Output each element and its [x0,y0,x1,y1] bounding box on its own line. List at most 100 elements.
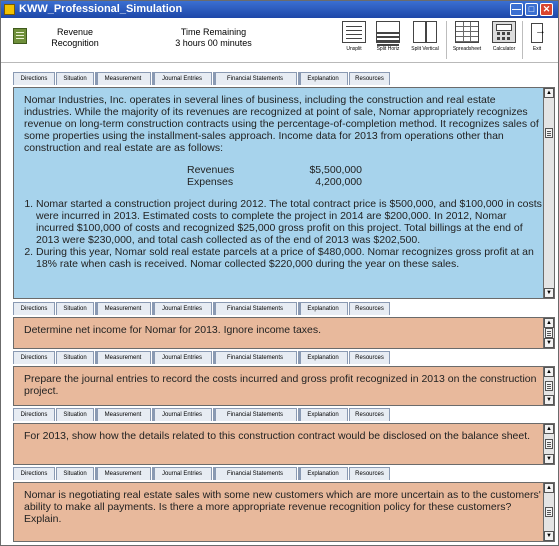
tab-resources[interactable]: Resources [349,72,390,85]
scroll-thumb[interactable] [545,128,553,138]
tab-resources[interactable]: Resources [349,351,390,364]
time-remaining: Time Remaining 3 hours 00 minutes [166,27,261,49]
financial-statements-prompt: For 2013, show how the details related t… [24,430,531,442]
income-table: Revenues $5,500,000 Expenses 4,200,000 [187,164,544,188]
unsplit-button[interactable]: Unsplit [341,21,367,61]
minimize-icon[interactable]: — [510,3,523,16]
toolbar-divider [522,21,523,59]
measurement-panel: Determine net income for Nomar for 2013.… [13,317,555,349]
income-row: Expenses 4,200,000 [187,176,544,188]
tab-situation[interactable]: Situation [56,351,94,364]
tab-situation[interactable]: Situation [56,72,94,85]
explanation-panel: Nomar is negotiating real estate sales w… [13,482,555,542]
scroll-down-icon[interactable]: ▼ [544,395,554,405]
vertical-scrollbar[interactable]: ▲ ▼ [543,424,554,464]
income-row: Revenues $5,500,000 [187,164,544,176]
tab-strip: Directions Situation Measurement Journal En… [13,72,393,85]
scroll-thumb[interactable] [545,439,553,449]
tab-financial-statements[interactable]: Financial Statements [213,467,297,480]
situation-list: Nomar started a construction project dur… [24,198,544,270]
tab-resources[interactable]: Resources [349,302,390,315]
situation-list-item: During this year, Nomar sold real estate… [36,246,544,270]
tab-journal-entries[interactable]: Journal Entries [152,302,212,315]
explanation-prompt: Nomar is negotiating real estate sales w… [24,489,541,525]
split-horizontal-icon [376,21,400,43]
tab-situation[interactable]: Situation [56,302,94,315]
scroll-down-icon[interactable]: ▼ [544,338,554,348]
income-value: 4,200,000 [315,176,362,188]
scroll-thumb[interactable] [545,381,553,391]
close-icon[interactable]: ✕ [540,3,553,16]
tab-situation[interactable]: Situation [56,467,94,480]
tab-measurement[interactable]: Measurement [95,72,151,85]
tab-explanation[interactable]: Explanation [298,467,348,480]
title-bar[interactable]: KWW_Professional_Simulation — □ ✕ [1,1,558,18]
scroll-thumb[interactable] [545,328,553,338]
tab-strip: Directions Situation Measurement Journal En… [13,302,393,315]
scroll-down-icon[interactable]: ▼ [544,288,554,298]
tab-strip: Directions Situation Measurement Journal En… [13,351,393,364]
calculator-icon [492,21,516,43]
tab-explanation[interactable]: Explanation [298,302,348,315]
vertical-scrollbar[interactable]: ▲ ▼ [543,318,554,348]
tab-strip: Directions Situation Measurement Journal En… [13,467,393,480]
income-value: $5,500,000 [309,164,362,176]
scroll-down-icon[interactable]: ▼ [544,531,554,541]
tab-financial-statements[interactable]: Financial Statements [213,408,297,421]
tab-situation[interactable]: Situation [56,408,94,421]
split-vertical-button[interactable]: Split Vertical [407,21,443,61]
task-list-icon [13,28,27,44]
scroll-up-icon[interactable]: ▲ [544,88,554,98]
scroll-down-icon[interactable]: ▼ [544,454,554,464]
vertical-scrollbar[interactable]: ▲ ▼ [543,367,554,405]
tab-directions[interactable]: Directions [13,302,55,315]
situation-paragraph: Nomar Industries, Inc. operates in sever… [24,94,539,154]
scroll-up-icon[interactable]: ▲ [544,424,554,434]
journal-entries-prompt: Prepare the journal entries to record th… [24,373,537,397]
tab-measurement[interactable]: Measurement [95,467,151,480]
tab-explanation[interactable]: Explanation [298,408,348,421]
tab-journal-entries[interactable]: Journal Entries [152,351,212,364]
tab-financial-statements[interactable]: Financial Statements [213,302,297,315]
unsplit-icon [342,21,366,43]
scroll-up-icon[interactable]: ▲ [544,367,554,377]
tab-measurement[interactable]: Measurement [95,302,151,315]
tab-resources[interactable]: Resources [349,467,390,480]
vertical-scrollbar[interactable]: ▲ ▼ [543,483,554,541]
spreadsheet-icon [455,21,479,43]
tab-measurement[interactable]: Measurement [95,408,151,421]
calculator-button[interactable]: Calculator [488,21,520,61]
measurement-prompt: Determine net income for Nomar for 2013.… [24,324,322,336]
vertical-scrollbar[interactable]: ▲ ▼ [543,88,554,298]
tab-journal-entries[interactable]: Journal Entries [152,467,212,480]
tab-financial-statements[interactable]: Financial Statements [213,72,297,85]
scroll-up-icon[interactable]: ▲ [544,483,554,493]
income-label: Revenues [187,164,235,176]
tab-directions[interactable]: Directions [13,351,55,364]
tab-explanation[interactable]: Explanation [298,351,348,364]
task-title: Revenue Recognition [51,27,99,48]
tab-resources[interactable]: Resources [349,408,390,421]
tab-directions[interactable]: Directions [13,467,55,480]
tab-journal-entries[interactable]: Journal Entries [152,72,212,85]
scroll-thumb[interactable] [545,507,553,517]
exit-button[interactable]: Exit [525,21,549,61]
spreadsheet-button[interactable]: Spreadsheet [449,21,485,61]
time-remaining-label: Time Remaining [180,27,247,37]
tab-journal-entries[interactable]: Journal Entries [152,408,212,421]
maximize-icon[interactable]: □ [525,3,538,16]
tab-explanation[interactable]: Explanation [298,72,348,85]
window-title: KWW_Professional_Simulation [19,3,183,15]
scroll-up-icon[interactable]: ▲ [544,318,554,328]
tab-measurement[interactable]: Measurement [95,351,151,364]
tab-strip: Directions Situation Measurement Journal En… [13,408,393,421]
tab-directions[interactable]: Directions [13,72,55,85]
income-label: Expenses [187,176,234,188]
simulation-window: KWW_Professional_Simulation — □ ✕ Revenu… [0,0,559,546]
simulation-header: Revenue Recognition Time Remaining 3 hou… [1,18,558,63]
tab-financial-statements[interactable]: Financial Statements [213,351,297,364]
tab-directions[interactable]: Directions [13,408,55,421]
situation-list-item: Nomar started a construction project dur… [36,198,544,246]
split-horiz-button[interactable]: Split Horiz [373,21,403,61]
situation-panel: Nomar Industries, Inc. operates in sever… [13,87,555,299]
